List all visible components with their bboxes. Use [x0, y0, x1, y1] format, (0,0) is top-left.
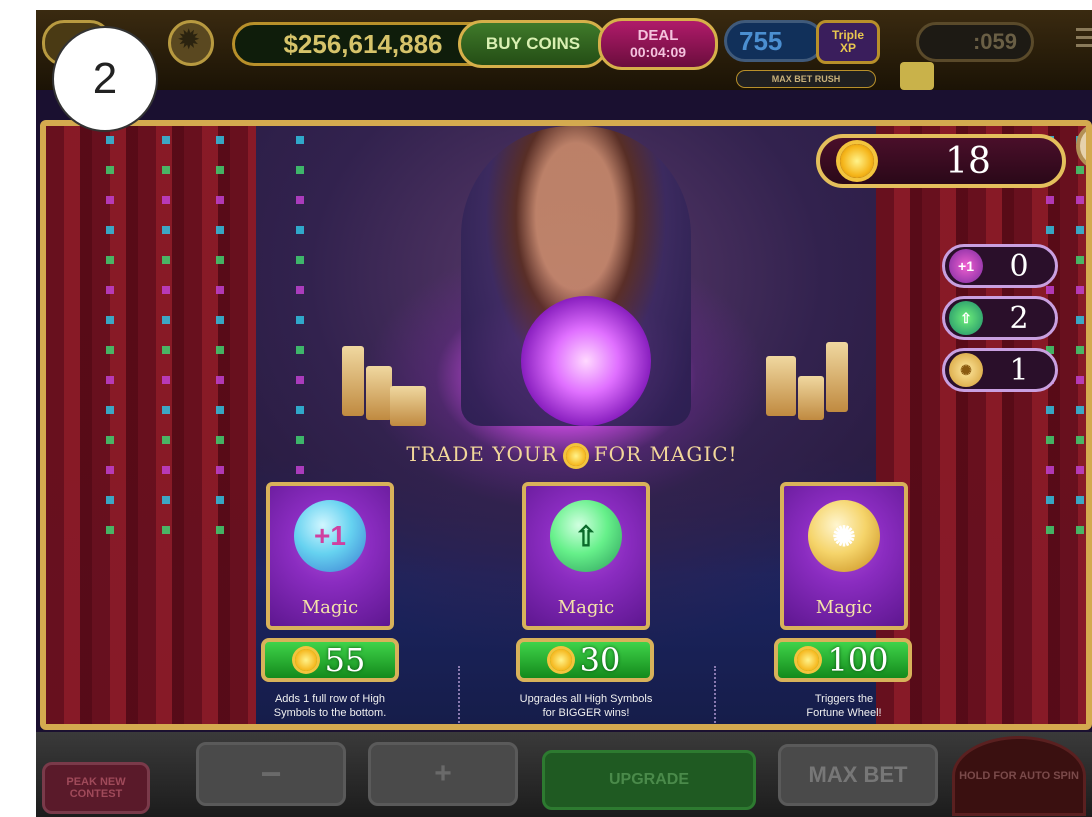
decrease-bet-button[interactable]: −	[196, 742, 346, 806]
candle	[766, 356, 796, 416]
divider	[714, 666, 718, 724]
price-value: 100	[827, 641, 889, 679]
mail-icon[interactable]	[900, 62, 934, 90]
desc-line: Triggers the	[814, 693, 874, 705]
coin-balance: $256,614,886	[232, 22, 494, 66]
sun-icon	[797, 649, 820, 671]
bead-string	[296, 136, 304, 536]
sun-icon	[549, 649, 572, 671]
crystal-ball-icon	[521, 296, 651, 426]
heading-text-left: TRADE YOUR	[406, 442, 558, 466]
bead-string	[162, 136, 170, 536]
inventory-count: 0	[1009, 248, 1029, 284]
magic-card-fortune-wheel[interactable]: ✺ Magic	[780, 482, 908, 630]
xp-meter: 755	[724, 20, 824, 62]
triple-xp-badge[interactable]: Triple XP	[816, 20, 880, 64]
desc-line: for BIGGER wins!	[542, 707, 630, 719]
step-number-marker: 2	[52, 26, 158, 132]
inventory-count: 2	[1009, 300, 1029, 336]
plus-one-row-icon: +1	[294, 500, 366, 572]
desc-line: Symbols to the bottom.	[273, 707, 387, 719]
sun-icon	[840, 144, 874, 178]
sun-balance-value: 18	[945, 140, 991, 182]
menu-icon[interactable]	[1076, 28, 1092, 48]
bonus-timer: :059	[916, 22, 1034, 62]
contest-button[interactable]: PEAK NEW CONTEST	[42, 762, 150, 814]
desc-line: Upgrades all High Symbols	[519, 693, 653, 705]
card-description: Adds 1 full row of High Symbols to the b…	[230, 692, 430, 720]
increase-bet-button[interactable]: +	[368, 742, 518, 806]
sun-icon	[294, 649, 317, 671]
upgrade-arrow-icon: ⇧	[949, 301, 983, 335]
sun-icon	[565, 445, 586, 466]
slot-game-screen: $256,614,886 BUY COINS DEAL 00:04:09 755…	[36, 10, 1092, 817]
inventory-upgrade: ⇧ 2	[942, 296, 1058, 340]
top-bar: $256,614,886 BUY COINS DEAL 00:04:09 755…	[36, 10, 1092, 90]
candle	[826, 342, 848, 412]
price-value: 55	[324, 641, 366, 679]
deal-button[interactable]: DEAL 00:04:09	[598, 18, 718, 70]
inventory-plus-one: +1 0	[942, 244, 1058, 288]
max-bet-rush-label: MAX BET RUSH	[736, 70, 876, 88]
bottom-bar: PEAK NEW CONTEST − + UPGRADE MAX BET HOL…	[36, 732, 1092, 817]
price-button-upgrade[interactable]: 30	[516, 638, 654, 682]
xp-badge-bottom: XP	[839, 41, 856, 55]
divider	[458, 666, 462, 724]
fortune-wheel-icon: ✺	[808, 500, 880, 572]
price-button-fortune-wheel[interactable]: 100	[774, 638, 912, 682]
heading-text-right: FOR MAGIC!	[593, 442, 738, 466]
desc-line: Fortune Wheel!	[806, 707, 882, 719]
desc-line: Adds 1 full row of High	[274, 693, 386, 705]
card-label: Magic	[301, 597, 359, 618]
candle	[366, 366, 392, 420]
plus-one-row-icon: +1	[949, 249, 983, 283]
max-bet-button[interactable]: MAX BET	[778, 744, 938, 806]
magic-card-add-row[interactable]: +1 Magic	[266, 482, 394, 630]
left-curtain	[46, 126, 256, 724]
inventory-wheel: ✺ 1	[942, 348, 1058, 392]
spin-button[interactable]: HOLD FOR AUTO SPIN	[952, 736, 1086, 816]
card-label: Magic	[815, 597, 873, 618]
inventory-count: 1	[1009, 352, 1029, 388]
popup-heading: TRADE YOUR FOR MAGIC!	[46, 442, 1086, 466]
settings-gear-icon[interactable]	[168, 20, 214, 66]
card-description: Upgrades all High Symbols for BIGGER win…	[486, 692, 686, 720]
bead-string	[1076, 136, 1084, 536]
candle	[342, 346, 364, 416]
fortune-wheel-icon: ✺	[949, 353, 983, 387]
upgrade-arrow-icon: ⇧	[550, 500, 622, 572]
deal-label: DEAL	[637, 27, 679, 44]
bead-string	[216, 136, 224, 536]
price-button-add-row[interactable]: 55	[261, 638, 399, 682]
candle	[390, 386, 426, 426]
upgrade-button[interactable]: UPGRADE	[542, 750, 756, 810]
deal-timer: 00:04:09	[629, 44, 687, 60]
trade-magic-popup: 18 ✕ +1 0 ⇧ 2 ✺ 1 TRADE YOURFOR MAGIC! +…	[40, 120, 1092, 730]
card-label: Magic	[557, 597, 615, 618]
candle	[798, 376, 824, 420]
magic-card-upgrade[interactable]: ⇧ Magic	[522, 482, 650, 630]
card-description: Triggers the Fortune Wheel!	[744, 692, 944, 720]
price-value: 30	[579, 641, 621, 679]
buy-coins-button[interactable]: BUY COINS	[458, 20, 608, 68]
sun-balance-counter: 18	[816, 134, 1066, 188]
bead-string	[106, 136, 114, 536]
